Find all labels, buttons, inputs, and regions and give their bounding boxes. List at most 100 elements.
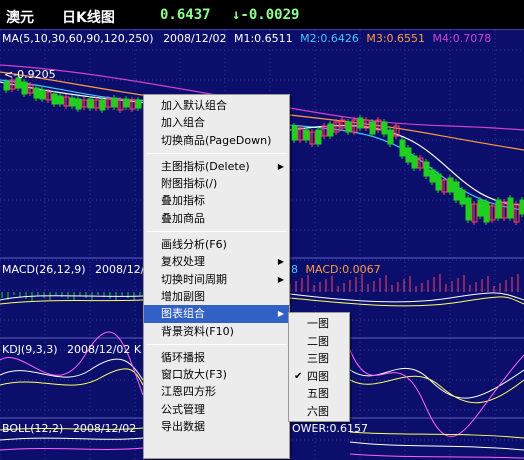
candle xyxy=(423,161,430,177)
submenu-item-label: 五图 xyxy=(307,387,329,400)
candle xyxy=(39,89,46,100)
candle xyxy=(465,197,472,221)
candle xyxy=(357,117,364,129)
menu-item-label: 循环播报 xyxy=(161,350,205,364)
macd-value: MACD:0.0067 xyxy=(305,263,381,276)
menu-item[interactable]: 切换时间周期 ▶ xyxy=(144,271,289,288)
menu-item[interactable]: 画线分析(F6) xyxy=(144,236,289,253)
ma-m3: M3:0.6551 xyxy=(366,32,426,45)
menu-separator xyxy=(147,231,287,233)
submenu-item-label: 一图 xyxy=(307,317,329,330)
menu-item-label: 切换商品(PageDown) xyxy=(161,133,272,147)
price-marker: <-0.9205 xyxy=(4,68,56,81)
menu-item-label: 附图指标(/) xyxy=(161,177,218,191)
candle xyxy=(453,181,460,201)
menu-item[interactable]: 加入组合 xyxy=(144,114,289,131)
macd-legend: MACD(26,12,9) 2008/12/02 xyxy=(2,263,158,277)
menu-separator xyxy=(147,152,287,154)
menu-item[interactable]: 附图指标(/) xyxy=(144,175,289,192)
context-menu[interactable]: 加入默认组合 加入组合 切换商品(PageDown) 主图指标(Delete) ▶ 附图指… xyxy=(143,94,290,459)
submenu-arrow-icon: ▶ xyxy=(277,274,284,284)
candle xyxy=(327,123,334,137)
submenu-item-label: 六图 xyxy=(307,404,329,418)
candle xyxy=(495,199,502,219)
candle xyxy=(345,121,352,133)
candle xyxy=(477,199,484,217)
candle xyxy=(291,125,298,141)
chart-layout-submenu[interactable]: 一图二图 三图 ✔ 四图五图六图 xyxy=(288,312,350,422)
candle xyxy=(507,197,514,219)
menu-item[interactable]: 循环播报 xyxy=(144,349,289,366)
submenu-item[interactable]: 二图 xyxy=(289,333,349,351)
candle xyxy=(435,173,442,191)
chart-period: 日K线图 xyxy=(62,10,115,26)
candle xyxy=(123,98,130,108)
submenu-item[interactable]: ✔ 四图 xyxy=(289,368,349,386)
submenu-item-label: 三图 xyxy=(307,352,329,365)
candle xyxy=(3,81,10,91)
candle xyxy=(75,98,82,110)
menu-item[interactable]: 导出数据 xyxy=(144,418,289,435)
candle xyxy=(111,97,118,108)
menu-item-label: 背景资料(F10) xyxy=(161,324,234,338)
kdj-legend: KDJ(9,3,3) 2008/12/02 K xyxy=(2,343,141,357)
menu-item-label: 复权处理 xyxy=(161,255,205,269)
candle xyxy=(387,129,394,145)
title-bar: 澳元 日K线图 0.6437 ↓-0.0029 xyxy=(0,0,524,30)
current-price: 0.6437 xyxy=(160,7,211,23)
menu-item-label: 窗口放大(F3) xyxy=(161,368,227,382)
menu-item-label: 导出数据 xyxy=(161,420,205,434)
menu-item[interactable]: 加入默认组合 xyxy=(144,97,289,114)
candle xyxy=(57,95,64,105)
check-icon: ✔ xyxy=(294,370,303,382)
symbol-name: 澳元 xyxy=(6,10,34,26)
menu-item-label: 图表组合 xyxy=(161,307,205,321)
menu-item[interactable]: 切换商品(PageDown) xyxy=(144,132,289,149)
boll-date: 2008/12/02 xyxy=(72,422,137,435)
candle xyxy=(315,129,322,145)
candle xyxy=(519,199,524,215)
menu-item-label: 主图指标(Delete) xyxy=(161,159,250,173)
boll-legend: BOLL(12,2) 2008/12/02 xyxy=(2,422,136,436)
menu-item[interactable]: 公式管理 xyxy=(144,401,289,418)
menu-item[interactable]: 窗口放大(F3) xyxy=(144,366,289,383)
menu-separator xyxy=(147,343,287,345)
candle xyxy=(459,189,466,205)
candle xyxy=(51,93,58,105)
kdj-params: KDJ(9,3,3) xyxy=(2,343,58,356)
ma-params: MA(5,10,30,60,90,120,250) xyxy=(2,32,154,45)
menu-item-label: 公式管理 xyxy=(161,402,205,416)
menu-item[interactable]: 叠加商品 xyxy=(144,210,289,227)
menu-item[interactable]: 复权处理 ▶ xyxy=(144,253,289,270)
submenu-item[interactable]: 六图 xyxy=(289,403,349,421)
submenu-item[interactable]: 三图 xyxy=(289,350,349,368)
candle xyxy=(381,121,388,135)
candle xyxy=(69,97,76,107)
submenu-arrow-icon: ▶ xyxy=(277,309,284,319)
price-change: ↓-0.0029 xyxy=(232,7,300,23)
candle xyxy=(135,99,142,109)
candle xyxy=(399,139,406,157)
menu-item-label: 江恩四方形 xyxy=(161,385,216,399)
kdj-date: 2008/12/02 K xyxy=(67,343,142,356)
candle xyxy=(21,81,28,95)
candle xyxy=(369,121,376,135)
submenu-item[interactable]: 五图 xyxy=(289,385,349,403)
ma-date: 2008/12/02 xyxy=(163,32,227,45)
menu-item[interactable]: 江恩四方形 xyxy=(144,383,289,400)
menu-item[interactable]: 叠加指标 xyxy=(144,192,289,209)
menu-item[interactable]: 背景资料(F10) xyxy=(144,323,289,340)
candle xyxy=(429,169,436,183)
submenu-item[interactable]: 一图 xyxy=(289,315,349,333)
macd-params: MACD(26,12,9) xyxy=(2,263,86,276)
candle xyxy=(483,201,490,223)
menu-item-label: 叠加商品 xyxy=(161,211,205,225)
menu-item[interactable]: 主图指标(Delete) ▶ xyxy=(144,158,289,175)
menu-item-label: 切换时间周期 xyxy=(161,272,227,286)
submenu-item-label: 四图 xyxy=(307,369,329,383)
candle xyxy=(447,177,454,193)
menu-item[interactable]: 图表组合 ▶ xyxy=(144,305,289,323)
candle xyxy=(405,147,412,163)
menu-item-label: 加入组合 xyxy=(161,116,205,130)
menu-item[interactable]: 增加副图 xyxy=(144,288,289,305)
